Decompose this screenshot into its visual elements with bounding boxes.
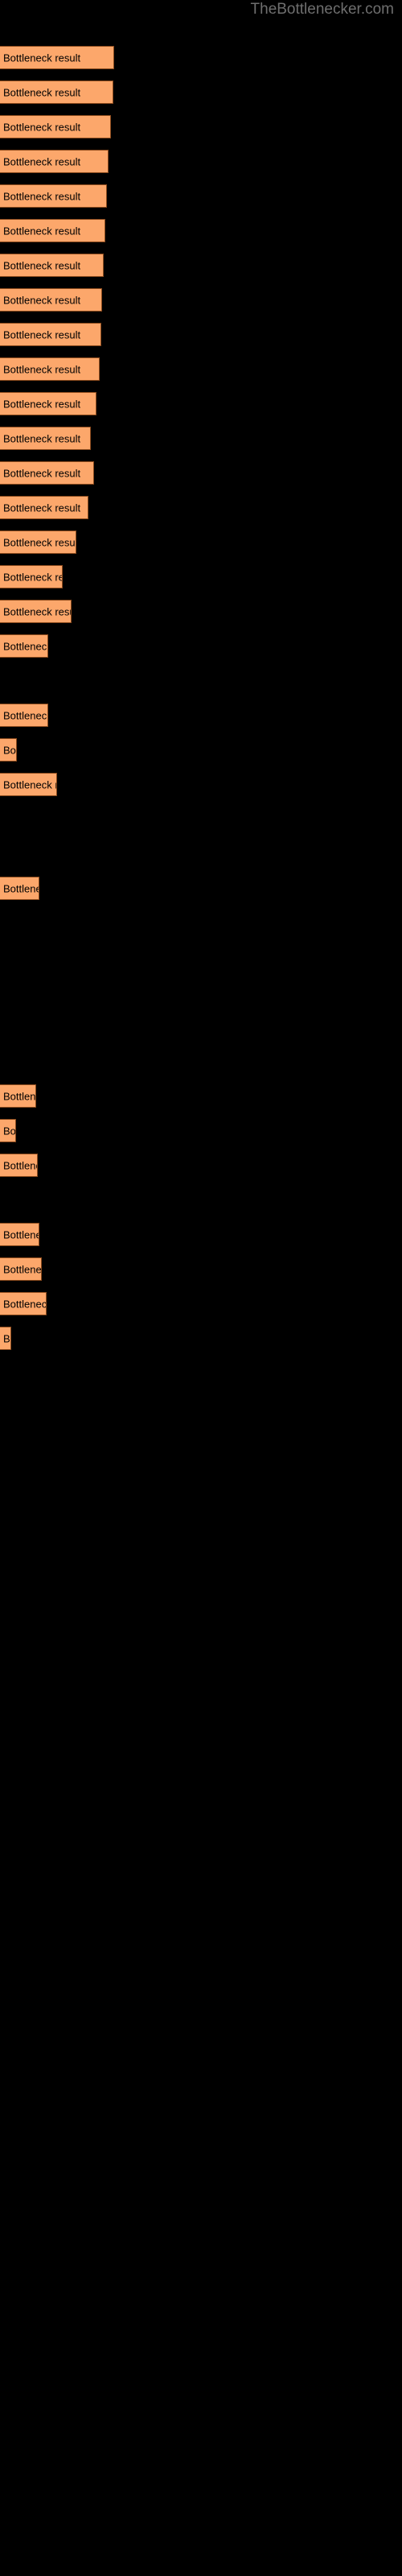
bar-label: Bottleneck result: [3, 1159, 37, 1171]
bar-row: Bottleneck result: [0, 1292, 402, 1315]
bar-row: Bottleneck result: [0, 530, 402, 554]
chart-bar[interactable]: Bottleneck result: [0, 1119, 16, 1142]
bar-row: [0, 1015, 402, 1038]
bar-row: [0, 842, 402, 865]
chart-bar[interactable]: Bottleneck result: [0, 80, 113, 104]
bar-row: Bottleneck result: [0, 80, 402, 104]
bar-label: Bottleneck result: [3, 467, 81, 479]
bar-row: Bottleneck result: [0, 1327, 402, 1350]
bar-row: [0, 1050, 402, 1073]
bar-label: Bottleneck result: [3, 640, 48, 652]
chart-bar[interactable]: Bottleneck result: [0, 530, 76, 554]
bar-row: [0, 669, 402, 692]
chart-bar[interactable]: Bottleneck result: [0, 219, 105, 242]
chart-bar[interactable]: Bottleneck result: [0, 704, 48, 727]
bar-label: Bottleneck result: [3, 571, 62, 583]
bar-row: Bottleneck result: [0, 1257, 402, 1281]
chart-bar[interactable]: Bottleneck result: [0, 1327, 11, 1350]
chart-bar[interactable]: Bottleneck result: [0, 600, 72, 623]
bar-row: Bottleneck result: [0, 46, 402, 69]
bar-label: Bottleneck result: [3, 190, 81, 202]
bar-row: Bottleneck result: [0, 219, 402, 242]
bar-label: Bottleneck result: [3, 1125, 16, 1137]
bar-row: Bottleneck result: [0, 877, 402, 900]
bar-row: [0, 946, 402, 969]
bar-label: Bottleneck result: [3, 1263, 42, 1275]
chart-bar[interactable]: Bottleneck result: [0, 1084, 36, 1108]
chart-bar[interactable]: Bottleneck result: [0, 773, 57, 796]
bar-row: [0, 980, 402, 1004]
chart-bar[interactable]: Bottleneck result: [0, 738, 17, 762]
chart-bar[interactable]: Bottleneck result: [0, 1154, 38, 1177]
bar-label: Bottleneck result: [3, 398, 81, 410]
bar-label: Bottleneck result: [3, 363, 81, 375]
chart-bar[interactable]: Bottleneck result: [0, 288, 102, 312]
chart-bar[interactable]: Bottleneck result: [0, 1292, 47, 1315]
chart-bar[interactable]: Bottleneck result: [0, 184, 107, 208]
chart-bar[interactable]: Bottleneck result: [0, 254, 104, 277]
bar-label: Bottleneck result: [3, 432, 81, 444]
bar-row: [0, 1188, 402, 1212]
chart-bar[interactable]: Bottleneck result: [0, 392, 96, 415]
bar-row: Bottleneck result: [0, 461, 402, 485]
bar-row: Bottleneck result: [0, 773, 402, 796]
bar-label: Bottleneck result: [3, 778, 56, 791]
chart-bar[interactable]: Bottleneck result: [0, 115, 111, 138]
bar-label: Bottleneck result: [3, 225, 81, 237]
chart-bar[interactable]: Bottleneck result: [0, 496, 88, 519]
chart-bar[interactable]: Bottleneck result: [0, 323, 101, 346]
bar-row: Bottleneck result: [0, 704, 402, 727]
bar-label: Bottleneck result: [3, 52, 81, 64]
chart-bar[interactable]: Bottleneck result: [0, 877, 39, 900]
chart-bar[interactable]: Bottleneck result: [0, 1223, 39, 1246]
bar-label: Bottleneck result: [3, 259, 81, 271]
bar-row: Bottleneck result: [0, 288, 402, 312]
chart-bar[interactable]: Bottleneck result: [0, 1257, 42, 1281]
bar-row: Bottleneck result: [0, 427, 402, 450]
bar-row: Bottleneck result: [0, 357, 402, 381]
chart-bar[interactable]: Bottleneck result: [0, 634, 48, 658]
chart-bar[interactable]: Bottleneck result: [0, 427, 91, 450]
chart-bar[interactable]: Bottleneck result: [0, 565, 63, 588]
bar-row: [0, 807, 402, 831]
bar-row: Bottleneck result: [0, 1084, 402, 1108]
bar-label: Bottleneck result: [3, 709, 48, 721]
bar-label: Bottleneck result: [3, 294, 81, 306]
bar-label: Bottleneck result: [3, 744, 16, 756]
bar-label: Bottleneck result: [3, 882, 39, 894]
bar-row: Bottleneck result: [0, 496, 402, 519]
bar-row: Bottleneck result: [0, 565, 402, 588]
bar-row: Bottleneck result: [0, 1223, 402, 1246]
bar-label: Bottleneck result: [3, 1298, 47, 1310]
bar-row: Bottleneck result: [0, 392, 402, 415]
bar-label: Bottleneck result: [3, 1090, 36, 1102]
bar-row: Bottleneck result: [0, 254, 402, 277]
chart-bar[interactable]: Bottleneck result: [0, 150, 109, 173]
bar-row: Bottleneck result: [0, 1154, 402, 1177]
bar-row: [0, 911, 402, 935]
bar-label: Bottleneck result: [3, 121, 81, 133]
bar-row: Bottleneck result: [0, 634, 402, 658]
bar-row: Bottleneck result: [0, 150, 402, 173]
bar-row: Bottleneck result: [0, 1119, 402, 1142]
bar-label: Bottleneck result: [3, 1228, 39, 1241]
bar-label: Bottleneck result: [3, 536, 76, 548]
chart-bar[interactable]: Bottleneck result: [0, 357, 100, 381]
bar-row: Bottleneck result: [0, 115, 402, 138]
bar-row: Bottleneck result: [0, 184, 402, 208]
bar-label: Bottleneck result: [3, 605, 71, 617]
chart-bar[interactable]: Bottleneck result: [0, 46, 114, 69]
bar-label: Bottleneck result: [3, 86, 81, 98]
chart-bar[interactable]: Bottleneck result: [0, 461, 94, 485]
bottleneck-bar-chart: Bottleneck result Bottleneck result Bottle…: [0, 0, 402, 2576]
bar-label: Bottleneck result: [3, 502, 81, 514]
bar-label: Bottleneck result: [3, 155, 81, 167]
bar-label: Bottleneck result: [3, 328, 81, 341]
bar-row: Bottleneck result: [0, 738, 402, 762]
bar-label: Bottleneck result: [3, 1332, 10, 1344]
bar-row: Bottleneck result: [0, 323, 402, 346]
bar-row: Bottleneck result: [0, 600, 402, 623]
